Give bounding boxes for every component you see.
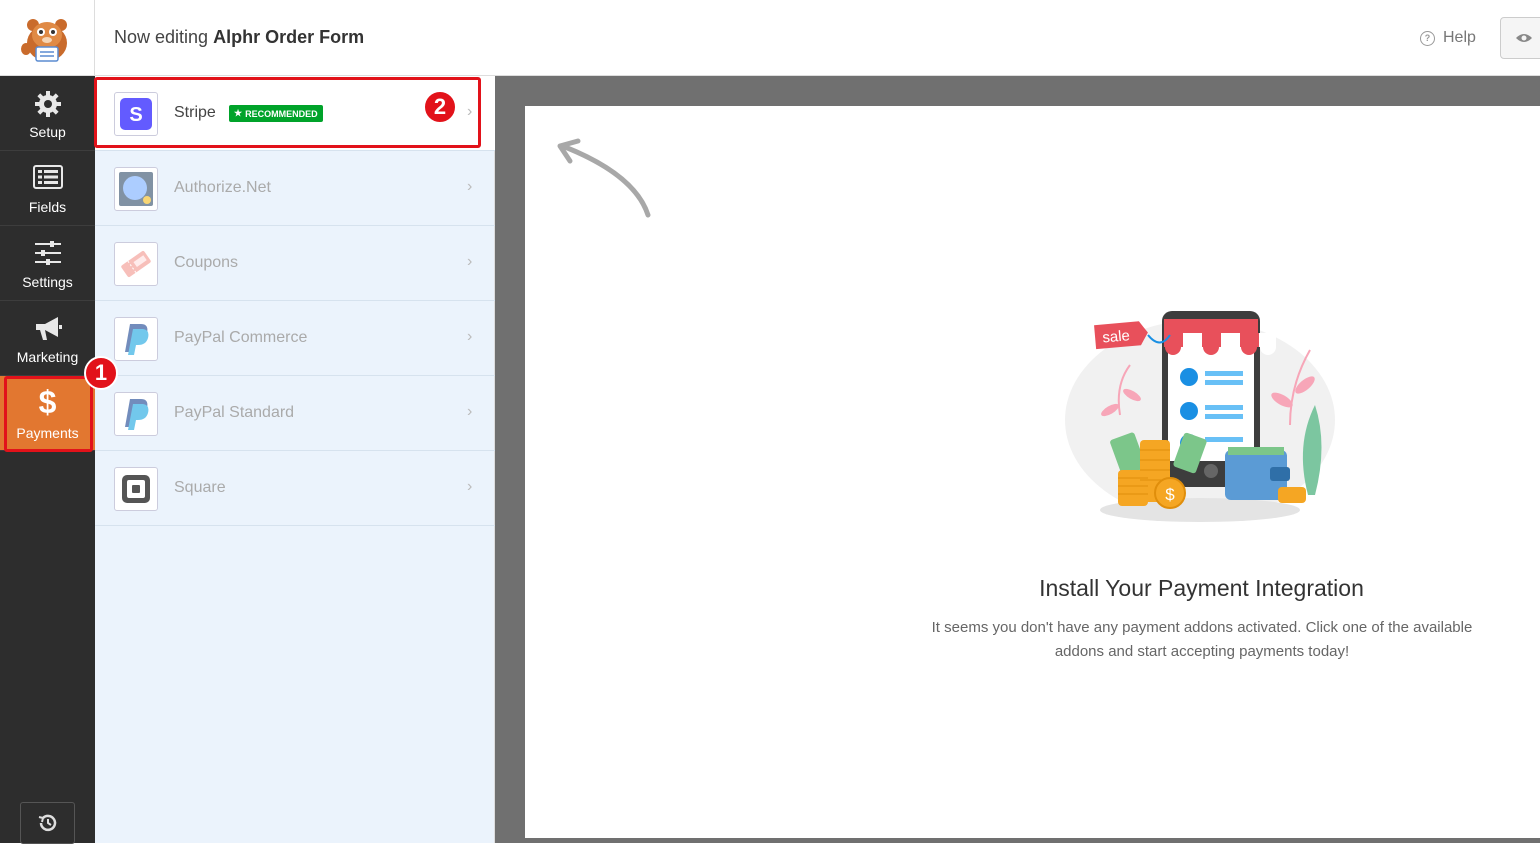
editing-prefix: Now editing bbox=[114, 27, 209, 47]
payments-empty-panel bbox=[525, 106, 1540, 838]
payment-item-label: PayPal Standard bbox=[174, 404, 295, 421]
builder-sidebar: Setup Fields Settings Marketing $ Paymen… bbox=[0, 76, 95, 844]
fields-icon bbox=[0, 165, 95, 193]
sidebar-item-label: Setup bbox=[29, 124, 66, 140]
payment-item-coupons[interactable]: Coupons › bbox=[95, 226, 495, 301]
sliders-icon bbox=[0, 240, 95, 268]
chevron-right-icon: › bbox=[467, 328, 473, 345]
step-1-badge: 1 bbox=[84, 356, 118, 390]
paypal-icon bbox=[114, 317, 158, 361]
sidebar-item-label: Fields bbox=[28, 199, 67, 215]
help-icon: ? bbox=[1420, 30, 1435, 46]
payment-illustration: sale $ bbox=[1065, 311, 1335, 522]
page-title: Now editing Alphr Order Form bbox=[114, 27, 364, 48]
curved-arrow-icon bbox=[557, 138, 651, 218]
payment-item-label: Authorize.Net bbox=[174, 179, 271, 196]
step-2-badge: 2 bbox=[423, 90, 457, 124]
paypal-icon bbox=[114, 392, 158, 436]
empty-state-title: Install Your Payment Integration bbox=[1039, 575, 1364, 601]
sidebar-item-label: Marketing bbox=[16, 349, 79, 365]
payment-item-label: Square bbox=[174, 479, 226, 496]
gear-icon bbox=[0, 90, 95, 118]
preview-button[interactable] bbox=[1500, 17, 1540, 59]
payment-item-label: Coupons bbox=[174, 254, 239, 271]
chevron-right-icon: › bbox=[467, 403, 473, 420]
chevron-right-icon: › bbox=[467, 478, 473, 495]
eye-icon bbox=[1516, 34, 1532, 42]
payment-addons-list: S Stripe ★ RECOMMENDED › Authorize.Net › bbox=[95, 76, 495, 843]
payment-item-paypal-standard[interactable]: PayPal Standard › bbox=[95, 376, 495, 451]
help-button[interactable]: ? Help bbox=[1420, 29, 1476, 47]
sidebar-item-fields[interactable]: Fields bbox=[0, 151, 95, 226]
chevron-right-icon: › bbox=[467, 253, 473, 270]
wpforms-logo[interactable] bbox=[0, 0, 95, 76]
square-icon bbox=[114, 467, 158, 511]
form-name: Alphr Order Form bbox=[213, 27, 365, 47]
help-label: Help bbox=[1443, 29, 1476, 46]
payment-item-label: PayPal Commerce bbox=[174, 329, 308, 346]
svg-text:$: $ bbox=[1165, 485, 1175, 504]
chevron-right-icon: › bbox=[467, 178, 473, 195]
sidebar-item-setup[interactable]: Setup bbox=[0, 76, 95, 151]
sidebar-item-settings[interactable]: Settings bbox=[0, 226, 95, 301]
history-icon bbox=[38, 814, 56, 832]
coupon-icon bbox=[114, 242, 158, 286]
revisions-button[interactable] bbox=[20, 802, 75, 844]
payment-item-authorize-net[interactable]: Authorize.Net › bbox=[95, 151, 495, 226]
payment-item-square[interactable]: Square › bbox=[95, 451, 495, 526]
highlight-payments bbox=[4, 376, 93, 452]
top-bar: Now editing Alphr Order Form ? Help bbox=[0, 0, 1540, 76]
sidebar-item-marketing[interactable]: Marketing bbox=[0, 301, 95, 376]
svg-text:sale: sale bbox=[1102, 327, 1131, 346]
authorize-net-icon bbox=[114, 167, 158, 211]
megaphone-icon bbox=[0, 315, 95, 343]
payment-item-paypal-commerce[interactable]: PayPal Commerce › bbox=[95, 301, 495, 376]
sidebar-item-label: Settings bbox=[22, 274, 73, 290]
empty-state-description: It seems you don't have any payment addo… bbox=[931, 619, 1473, 660]
